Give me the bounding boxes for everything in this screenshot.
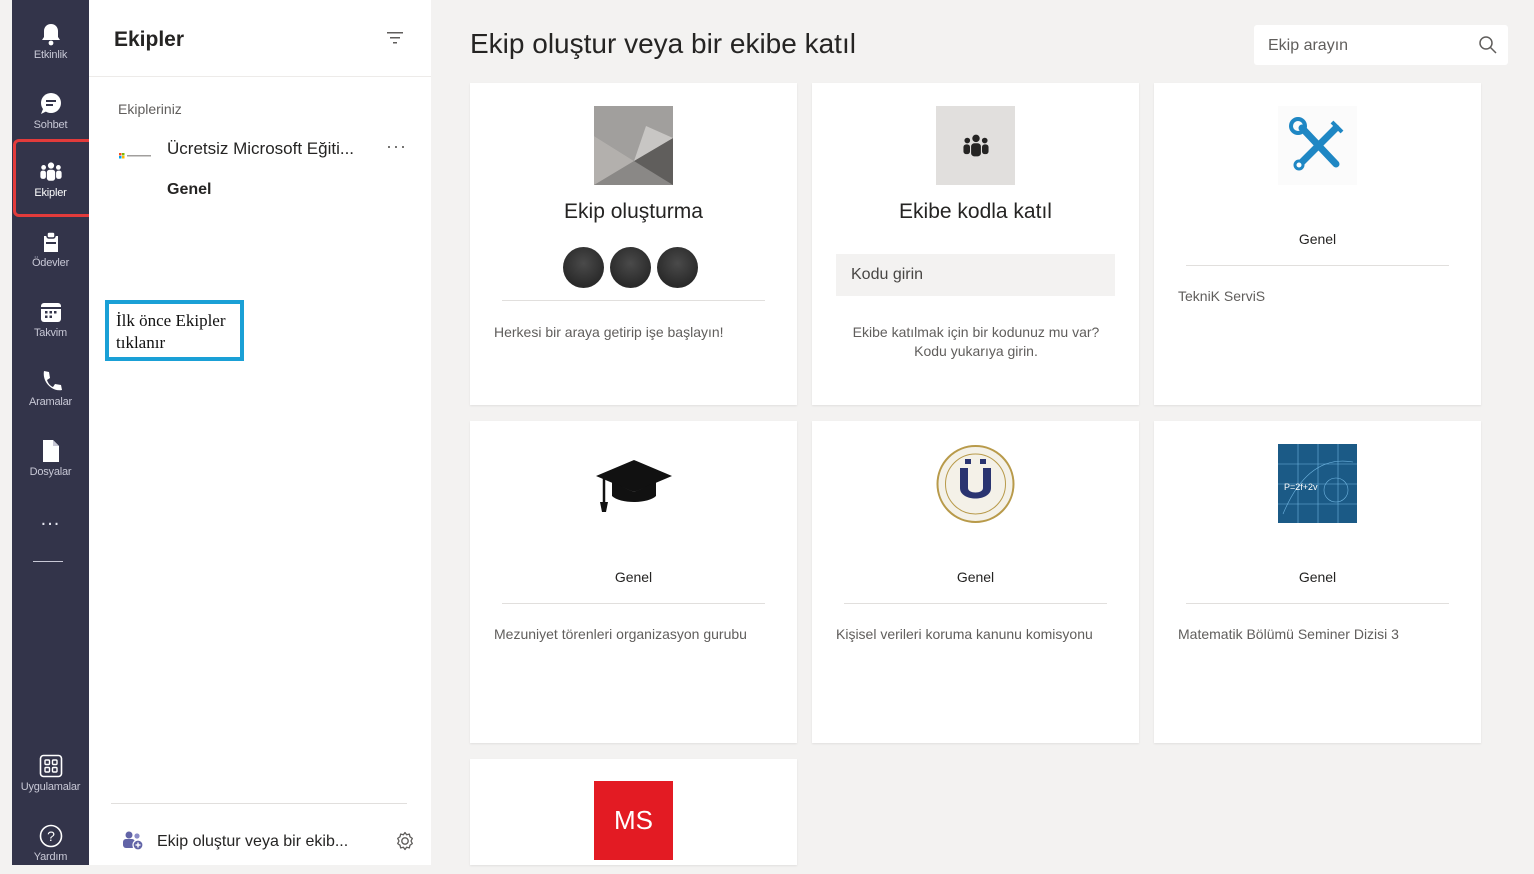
annotation-text: İlk önce Ekipler tıklanır [116,311,226,352]
teams-icon [962,134,989,156]
team-name: Kişisel verileri koruma kanunu komisyonu [836,626,1093,642]
team-name: Ücretsiz Microsoft Eğiti... [167,139,355,158]
apps-icon [39,754,63,778]
university-seal-icon [936,444,1015,523]
channel-name: Genel [1298,231,1337,247]
ms-logo: MS [594,781,673,860]
filter-icon[interactable] [386,30,404,51]
more-apps-icon[interactable]: ... [12,508,89,531]
card-description: Herkesi bir araya getirip işe başlayın! [494,324,724,340]
avatar [657,247,698,288]
join-with-code-card: Ekibe kodla katıl Ekibe katılmak için bi… [812,83,1139,405]
team-card[interactable]: Genel TekniK ServiS [1154,83,1481,405]
calendar-icon [39,300,63,324]
math-board-image: P=2f+2v [1278,444,1357,523]
rail-label: Etkinlik [33,48,68,61]
more-options-icon[interactable]: ··· [386,136,407,157]
divider [502,603,765,604]
team-item[interactable]: Ücretsiz Microsoft Eğiti... ··· [89,134,431,166]
avatar [610,247,651,288]
divider [502,300,765,301]
team-search [1254,25,1508,67]
chat-icon [39,92,63,116]
rail-label: Sohbet [33,118,68,131]
graduation-cap-icon [594,444,673,523]
rail-divider [33,561,63,562]
rail-label: Uygulamalar [20,780,81,793]
bell-icon [39,22,63,46]
channel-name: Genel [956,569,995,585]
rail-label: Ödevler [31,256,70,269]
ms-logo-text: MS [614,805,653,835]
create-team-label: Ekip oluştur veya bir ekib... [157,833,349,850]
channel-name: Genel [614,569,653,585]
team-card[interactable]: Genel Kişisel verileri koruma kanunu kom… [812,421,1139,743]
create-or-join-team-button[interactable]: Ekip oluştur veya bir ekib... [89,822,431,862]
phone-icon [39,369,63,393]
rail-label: Dosyalar [29,465,72,478]
rail-label: Yardım [33,850,68,863]
rail-item-activity[interactable]: Etkinlik [12,10,89,72]
page-title: Ekip oluştur veya bir ekibe katıl [470,28,856,59]
team-name: Matematik Bölümü Seminer Dizisi 3 [1178,626,1399,642]
search-icon[interactable] [1478,35,1498,60]
team-logo-icon [119,146,151,159]
teams-panel: Ekipler Ekipleriniz Ücretsiz Microsoft E… [89,0,431,865]
divider [844,603,1107,604]
rail-item-calls[interactable]: Aramalar [12,357,89,419]
divider [111,803,407,804]
card-title: Ekibe kodla katıl [899,200,1052,223]
rail-label: Aramalar [28,395,73,408]
svg-text:?: ? [47,828,55,844]
team-card[interactable]: MS [470,759,797,865]
divider [1186,265,1449,266]
card-title: Ekip oluşturma [564,200,703,223]
search-input[interactable] [1254,25,1480,67]
rail-item-apps[interactable]: Uygulamalar [12,742,89,804]
help-icon: ? [39,824,63,848]
assignments-icon [39,230,63,254]
team-card[interactable]: P=2f+2v Genel Matematik Bölümü Seminer D… [1154,421,1481,743]
team-name: TekniK ServiS [1178,288,1266,304]
section-label: Ekipleriniz [118,101,182,117]
panel-title: Ekipler [114,28,185,51]
rail-label: Takvim [33,326,68,339]
create-team-image [594,106,673,185]
file-icon [39,439,63,463]
rail-item-files[interactable]: Dosyalar [12,427,89,489]
channel-general[interactable]: Genel [167,181,211,199]
gear-icon[interactable] [394,830,416,857]
create-team-card[interactable]: Ekip oluşturma Herkesi bir araya getirip… [470,83,797,405]
highlight-frame [13,139,95,217]
rail-item-assignments[interactable]: Ödevler [12,218,89,280]
add-team-icon [121,830,145,857]
divider [1186,603,1449,604]
join-team-image [936,106,1015,185]
rail-item-calendar[interactable]: Takvim [12,288,89,350]
rail-item-chat[interactable]: Sohbet [12,80,89,142]
tools-icon [1278,106,1357,185]
image-caption: P=2f+2v [1284,482,1318,492]
avatar [563,247,604,288]
divider [89,76,431,77]
team-code-input[interactable] [836,254,1115,296]
avatar-group [563,247,698,288]
annotation-callout: İlk önce Ekipler tıklanır [105,300,244,361]
team-name: Mezuniyet törenleri organizasyon gurubu [494,626,747,642]
team-card[interactable]: Genel Mezuniyet törenleri organizasyon g… [470,421,797,743]
card-description: Ekibe katılmak için bir kodunuz mu var? … [852,324,1100,359]
channel-name: Genel [1298,569,1337,585]
app-rail: Etkinlik Sohbet Ekipler Ödevler Takvim A… [12,0,89,865]
